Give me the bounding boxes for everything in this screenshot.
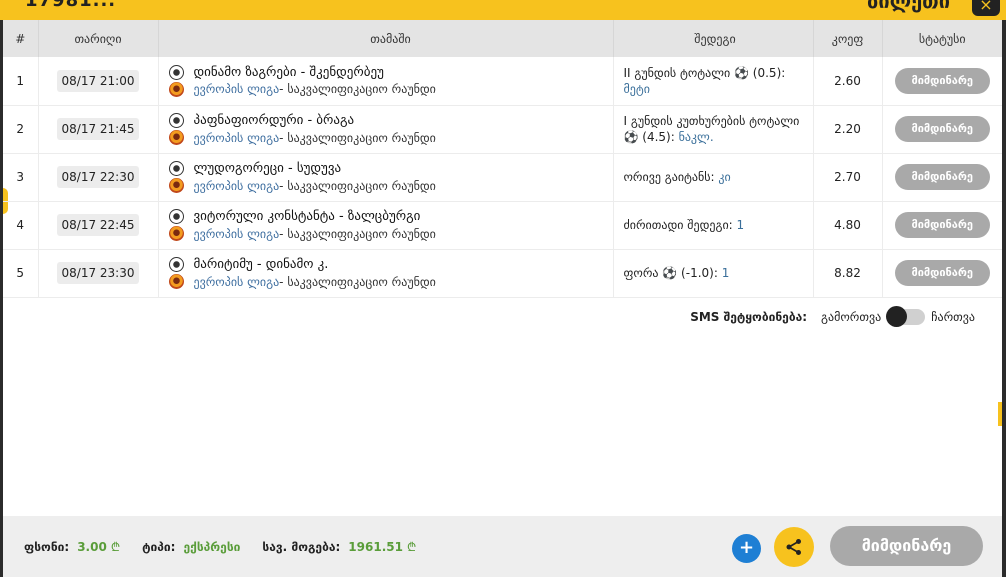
round-name: - საკვალიფიკაციო რაუნდი — [279, 178, 436, 193]
europa-league-icon — [168, 226, 184, 241]
status-button[interactable]: მიმდინარე — [894, 164, 990, 190]
col-result: შედეგი — [613, 20, 814, 57]
col-date: თარიღი — [38, 20, 159, 57]
match-date: 08/17 22:30 — [56, 166, 140, 188]
table-row: 2 08/17 21:45 პაფნაფიორდური - ბრაგა ევრო… — [3, 105, 1002, 154]
match-title[interactable]: ვიტორული კონსტანტა - ზალცბურგი — [194, 209, 421, 224]
side-marker — [998, 402, 1002, 426]
table-row: 3 08/17 22:30 ლუდოგორეცი - სუდუვა ევროპი… — [3, 153, 1002, 202]
bet-status-button[interactable]: მიმდინარე — [830, 526, 983, 566]
match-date: 08/17 23:30 — [56, 262, 140, 284]
round-name: - საკვალიფიკაციო რაუნდი — [279, 82, 436, 97]
row-number: 4 — [3, 201, 39, 250]
result-pick: მეტი — [623, 81, 650, 96]
currency-icon: ₾ — [406, 540, 417, 554]
match-title[interactable]: მარიტიმუ - დინამო კ. — [194, 257, 329, 272]
europa-league-icon — [168, 178, 184, 193]
plus-icon[interactable]: + — [732, 534, 761, 563]
bet-title: ბილეთი — [867, 0, 950, 13]
europa-league-icon — [168, 81, 184, 97]
result-pick: 1 — [736, 218, 745, 232]
match-date: 08/17 21:00 — [56, 69, 140, 92]
sms-toggle[interactable] — [886, 306, 926, 327]
soccer-ball-icon — [168, 161, 184, 176]
status-button[interactable]: მიმდინარე — [894, 116, 990, 142]
league-link[interactable]: ევროპის ლიგა — [194, 82, 280, 96]
result-market: ძირითადი შედეგი: — [623, 218, 737, 232]
europa-league-icon — [168, 130, 184, 145]
result-pick: კი — [718, 170, 731, 184]
result-pick: ნაკლ. — [678, 130, 714, 144]
status-button[interactable]: მიმდინარე — [894, 212, 990, 238]
row-number: 2 — [3, 105, 39, 154]
share-button[interactable] — [774, 527, 814, 567]
sms-off-label: გამორთვა — [821, 310, 882, 324]
odds-value: 2.20 — [813, 105, 883, 154]
league-link[interactable]: ევროპის ლიგა — [194, 275, 280, 289]
type-value: ექსპრესი — [183, 539, 241, 554]
sms-on-label: ჩართვა — [931, 310, 975, 324]
top-bar: 17981... ბილეთი × — [0, 0, 1006, 20]
soccer-ball-icon — [168, 209, 184, 224]
possible-win-value: 1961.51 — [348, 539, 403, 554]
odds-value: 4.80 — [813, 201, 883, 250]
odds-value: 2.70 — [813, 153, 883, 202]
stake-info: ფსონი: 3.00 ₾ — [24, 538, 120, 555]
possible-win-label: სავ. მოგება: — [262, 539, 341, 554]
odds-value: 2.60 — [813, 57, 883, 106]
row-number: 3 — [3, 153, 39, 202]
table-row: 1 08/17 21:00 დინამო ზაგრები - შკენდერბე… — [3, 57, 1002, 106]
league-link[interactable]: ევროპის ლიგა — [194, 179, 280, 193]
round-name: - საკვალიფიკაციო რაუნდი — [279, 226, 436, 241]
soccer-ball-icon — [168, 257, 184, 272]
possible-win-info: სავ. მოგება: 1961.51 ₾ — [262, 538, 416, 555]
round-name: - საკვალიფიკაციო რაუნდი — [279, 130, 436, 145]
soccer-ball-icon — [168, 113, 184, 128]
share-icon — [786, 539, 801, 555]
row-number: 1 — [3, 57, 39, 106]
result-pick: 1 — [721, 266, 730, 280]
row-number: 5 — [3, 249, 39, 298]
round-name: - საკვალიფიკაციო რაუნდი — [279, 274, 436, 289]
europa-league-icon — [168, 274, 184, 289]
table-header-row: # თარიღი თამაში შედეგი კოეფ სტატუსი — [3, 20, 1002, 57]
soccer-ball-icon — [168, 64, 184, 80]
close-icon[interactable]: × — [972, 0, 1000, 16]
match-title[interactable]: პაფნაფიორდური - ბრაგა — [194, 113, 355, 128]
toggle-knob — [886, 306, 908, 327]
table-row: 5 08/17 23:30 მარიტიმუ - დინამო კ. ევროპ… — [3, 249, 1002, 298]
stake-label: ფსონი: — [24, 539, 70, 554]
league-link[interactable]: ევროპის ლიგა — [194, 227, 280, 241]
type-label: ტიპი: — [142, 539, 176, 554]
col-game: თამაში — [158, 20, 614, 57]
bet-id: 17981... — [25, 0, 117, 11]
bet-details-panel: # თარიღი თამაში შედეგი კოეფ სტატუსი 1 08… — [3, 20, 1002, 577]
status-button[interactable]: მიმდინარე — [894, 260, 990, 286]
bets-table: # თარიღი თამაში შედეგი კოეფ სტატუსი 1 08… — [3, 20, 1002, 298]
col-status: სტატუსი — [882, 20, 1002, 57]
odds-value: 8.82 — [813, 249, 883, 298]
match-title[interactable]: ლუდოგორეცი - სუდუვა — [194, 161, 342, 176]
league-link[interactable]: ევროპის ლიგა — [194, 131, 280, 145]
col-number: # — [3, 20, 39, 57]
result-market: II გუნდის ტოტალი ⚽ (0.5): — [623, 65, 786, 80]
col-odds: კოეფ — [813, 20, 883, 57]
type-info: ტიპი: ექსპრესი — [142, 540, 240, 554]
stake-value: 3.00 — [77, 539, 107, 554]
match-date: 08/17 22:45 — [56, 214, 140, 236]
sms-notification-setting: SMS შეტყობინება: გამორთვა ჩართვა — [690, 306, 975, 327]
result-market: ორივე გაიტანს: — [623, 170, 719, 184]
match-title[interactable]: დინამო ზაგრები - შკენდერბეუ — [194, 65, 384, 80]
status-button[interactable]: მიმდინარე — [894, 67, 990, 94]
currency-icon: ₾ — [110, 540, 121, 554]
bet-footer: ფსონი: 3.00 ₾ ტიპი: ექსპრესი სავ. მოგება… — [3, 516, 1002, 577]
sms-label: SMS შეტყობინება: — [690, 310, 808, 324]
result-market: ფორა ⚽ (-1.0): — [623, 266, 722, 280]
match-date: 08/17 21:45 — [56, 118, 140, 140]
table-row: 4 08/17 22:45 ვიტორული კონსტანტა - ზალცბ… — [3, 201, 1002, 250]
